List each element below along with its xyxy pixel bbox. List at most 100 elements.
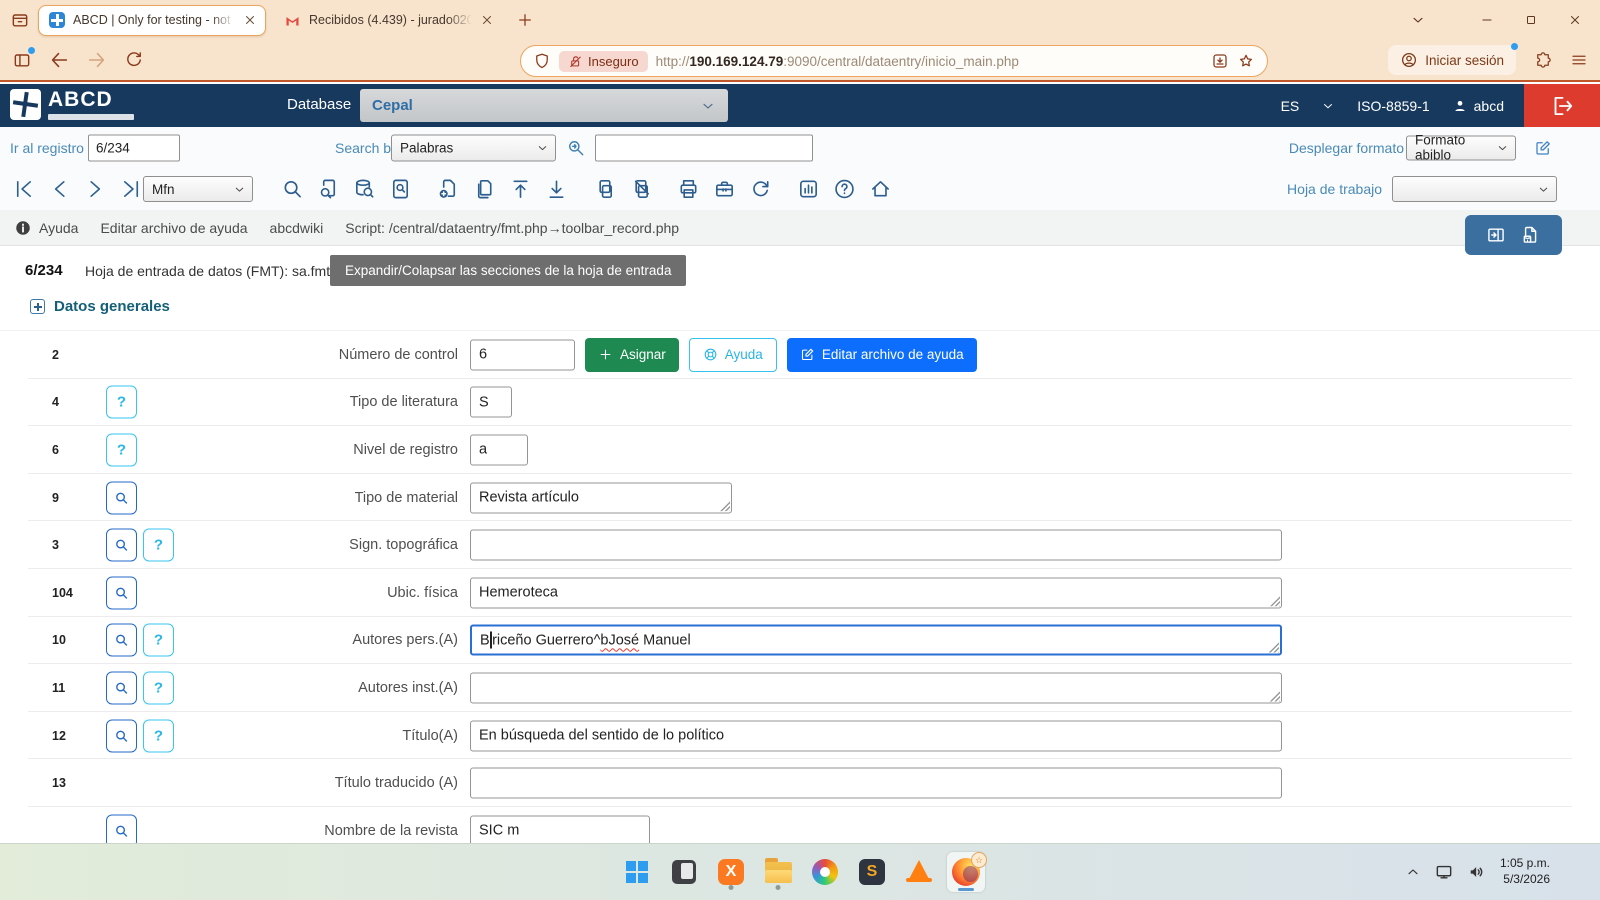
field-search-button[interactable] (106, 719, 137, 752)
refresh-icon[interactable] (749, 178, 772, 201)
security-badge[interactable]: Inseguro (559, 51, 648, 72)
field-input-9[interactable]: Revista artículo (470, 482, 732, 513)
taskbar-xampp-icon[interactable]: X (712, 852, 750, 892)
save-page-icon[interactable] (1211, 52, 1229, 70)
field-help-button[interactable]: ? (106, 386, 137, 419)
edit-copy-icon[interactable] (629, 178, 652, 201)
tab-abcd[interactable]: ABCD | Only for testing - not fo (38, 5, 266, 36)
field-input-11[interactable] (470, 672, 1282, 703)
previous-record-icon[interactable] (48, 178, 71, 201)
field-search-button[interactable] (106, 481, 137, 514)
taskbar-file-explorer-icon[interactable] (759, 852, 797, 892)
field-input-104[interactable]: Hemeroteca (470, 577, 1282, 608)
database-select[interactable]: Cepal (360, 89, 728, 122)
clock[interactable]: 1:05 p.m. 5/3/2026 (1500, 856, 1550, 887)
taskbar-sublime-icon[interactable]: S (853, 852, 891, 892)
field-help-button[interactable]: ? (143, 671, 174, 704)
section-datos-generales[interactable]: Datos generales (30, 298, 170, 315)
dictionary-icon[interactable] (389, 178, 412, 201)
url-bar[interactable]: Inseguro http://190.169.124.79:9090/cent… (520, 45, 1268, 77)
field-help-button[interactable]: ? (143, 719, 174, 752)
field-input-3[interactable] (470, 530, 1282, 561)
user-menu[interactable]: abcd (1452, 98, 1504, 114)
open-record-viewer-icon[interactable] (1486, 225, 1506, 245)
field-search-button[interactable] (106, 671, 137, 704)
display-format-select[interactable]: Formato abiblo (1406, 135, 1516, 160)
taskbar-vlc-icon[interactable] (900, 852, 938, 892)
search-icon[interactable] (281, 178, 304, 201)
field-search-button[interactable] (106, 814, 137, 843)
menu-icon[interactable] (1570, 51, 1588, 69)
edit-help-link[interactable]: Editar archivo de ayuda (100, 220, 247, 236)
statistics-icon[interactable] (797, 178, 820, 201)
mfn-select[interactable]: Mfn (143, 176, 253, 202)
shield-icon[interactable] (533, 52, 551, 70)
field-input-13[interactable] (470, 768, 1282, 799)
goto-record-input[interactable]: 6/234 (88, 134, 180, 161)
tab-list-chevron-icon[interactable] (1410, 12, 1426, 28)
search-go-icon[interactable] (566, 138, 586, 158)
forward-icon[interactable] (86, 49, 108, 71)
duplicate-record-icon[interactable] (593, 178, 616, 201)
extensions-icon[interactable] (1534, 51, 1552, 69)
field-help-button[interactable]: ? (106, 433, 137, 466)
save-record-icon[interactable] (1521, 225, 1541, 245)
record-search-icon[interactable] (317, 178, 340, 201)
abcdwiki-link[interactable]: abcdwiki (270, 220, 324, 236)
minimize-button[interactable] (1480, 13, 1494, 27)
field-search-button[interactable] (106, 624, 137, 657)
field-input-6[interactable]: a (470, 434, 528, 465)
help-icon[interactable] (833, 178, 856, 201)
toolbox-icon[interactable] (713, 178, 736, 201)
bookmark-star-icon[interactable] (1237, 52, 1255, 70)
search-input[interactable] (595, 134, 813, 161)
next-record-icon[interactable] (84, 178, 107, 201)
tab-close-icon[interactable] (480, 13, 494, 27)
database-search-icon[interactable] (353, 178, 376, 201)
copy-record-icon[interactable] (473, 178, 496, 201)
volume-icon[interactable] (1467, 862, 1487, 882)
last-record-icon[interactable] (120, 178, 143, 201)
field-input-4[interactable]: S (470, 387, 512, 418)
download-record-icon[interactable] (545, 178, 568, 201)
sidebar-icon[interactable] (12, 50, 32, 70)
field-help-button[interactable]: ? (143, 529, 174, 562)
field-search-button[interactable] (106, 576, 137, 609)
field-help-button[interactable]: ? (143, 624, 174, 657)
close-window-button[interactable] (1568, 13, 1582, 27)
tray-chevron-up-icon[interactable] (1405, 864, 1421, 880)
taskbar-firefox-icon[interactable]: ☆ (947, 852, 985, 892)
new-tab-button[interactable] (516, 11, 534, 29)
field-input-12[interactable]: En búsqueda del sentido de lo político (470, 720, 1282, 751)
reload-icon[interactable] (124, 50, 144, 70)
worksheet-select[interactable] (1392, 176, 1557, 202)
help-link[interactable]: Ayuda (14, 219, 78, 237)
edit-format-icon[interactable] (1534, 139, 1552, 157)
tab-gmail[interactable]: Recibidos (4.439) - jurado02060 (274, 5, 502, 36)
home-icon[interactable] (869, 178, 892, 201)
maximize-button[interactable] (1524, 13, 1538, 27)
record-save-button-group[interactable] (1465, 215, 1562, 255)
taskbar-task-view-icon[interactable] (665, 852, 703, 892)
taskbar-start-icon[interactable] (618, 852, 656, 892)
print-icon[interactable] (677, 178, 700, 201)
language-chevron-icon[interactable] (1321, 99, 1335, 113)
expand-plus-icon[interactable] (30, 299, 45, 314)
signin-button[interactable]: Iniciar sesión (1388, 45, 1516, 75)
field-input-next[interactable]: SIC m (470, 815, 650, 843)
abcd-logo[interactable]: ABCD (10, 89, 134, 120)
field-search-button[interactable] (106, 529, 137, 562)
field-input-2[interactable]: 6 (470, 339, 575, 370)
network-icon[interactable] (1434, 862, 1454, 882)
search-by-select[interactable]: Palabras (391, 134, 556, 161)
taskbar-paint-icon[interactable] (806, 852, 844, 892)
upload-record-icon[interactable] (509, 178, 532, 201)
field-input-10[interactable]: Briceño Guerrero^bJosé Manuel (470, 625, 1282, 656)
logout-button[interactable] (1524, 84, 1600, 127)
language-select[interactable]: ES (1281, 98, 1300, 114)
asignar-button[interactable]: Asignar (585, 338, 679, 372)
new-record-icon[interactable] (437, 178, 460, 201)
editar-archivo-de-ayuda-button[interactable]: Editar archivo de ayuda (787, 338, 977, 372)
back-icon[interactable] (48, 49, 70, 71)
first-record-icon[interactable] (12, 178, 35, 201)
